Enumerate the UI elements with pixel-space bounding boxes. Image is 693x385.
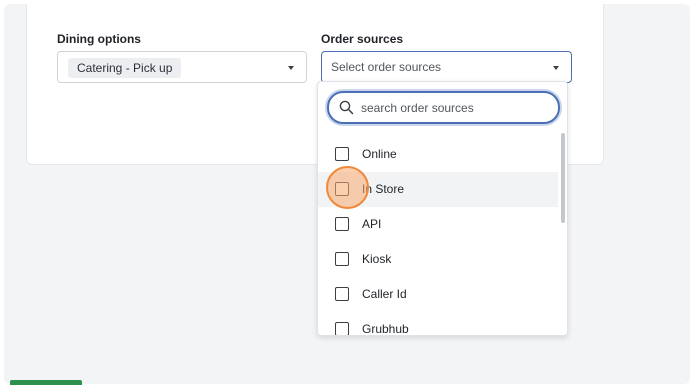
option-kiosk[interactable]: Kiosk xyxy=(318,242,558,277)
checkbox-icon[interactable] xyxy=(335,287,349,301)
search-input[interactable] xyxy=(361,100,551,116)
option-api[interactable]: API xyxy=(318,207,558,242)
option-label: Online xyxy=(362,147,397,161)
option-label: API xyxy=(362,217,382,231)
checkbox-icon[interactable] xyxy=(335,322,349,335)
checkbox-icon[interactable] xyxy=(335,217,349,231)
chevron-down-icon xyxy=(553,66,559,70)
dropdown-scrollbar[interactable] xyxy=(561,133,565,223)
order-sources-dropdown: Online In Store API Kiosk Caller Id Grub… xyxy=(317,81,568,336)
click-indicator xyxy=(326,166,369,209)
option-grubhub[interactable]: Grubhub xyxy=(318,312,558,336)
order-sources-placeholder: Select order sources xyxy=(331,60,442,74)
footer-accent-button[interactable] xyxy=(10,380,82,385)
order-sources-select[interactable]: Select order sources xyxy=(321,51,572,83)
order-sources-label: Order sources xyxy=(321,32,404,46)
search-icon xyxy=(339,100,354,115)
search-box[interactable] xyxy=(327,91,560,124)
option-label: Kiosk xyxy=(362,252,392,266)
checkbox-icon[interactable] xyxy=(335,252,349,266)
dining-options-label: Dining options xyxy=(57,32,141,46)
option-label: Grubhub xyxy=(362,322,409,336)
option-label: Caller Id xyxy=(362,287,407,301)
dining-option-chip[interactable]: Catering - Pick up xyxy=(68,58,182,78)
option-caller-id[interactable]: Caller Id xyxy=(318,277,558,312)
checkbox-icon[interactable] xyxy=(335,147,349,161)
dining-options-select[interactable]: Catering - Pick up xyxy=(57,51,307,83)
chevron-down-icon xyxy=(288,66,294,70)
